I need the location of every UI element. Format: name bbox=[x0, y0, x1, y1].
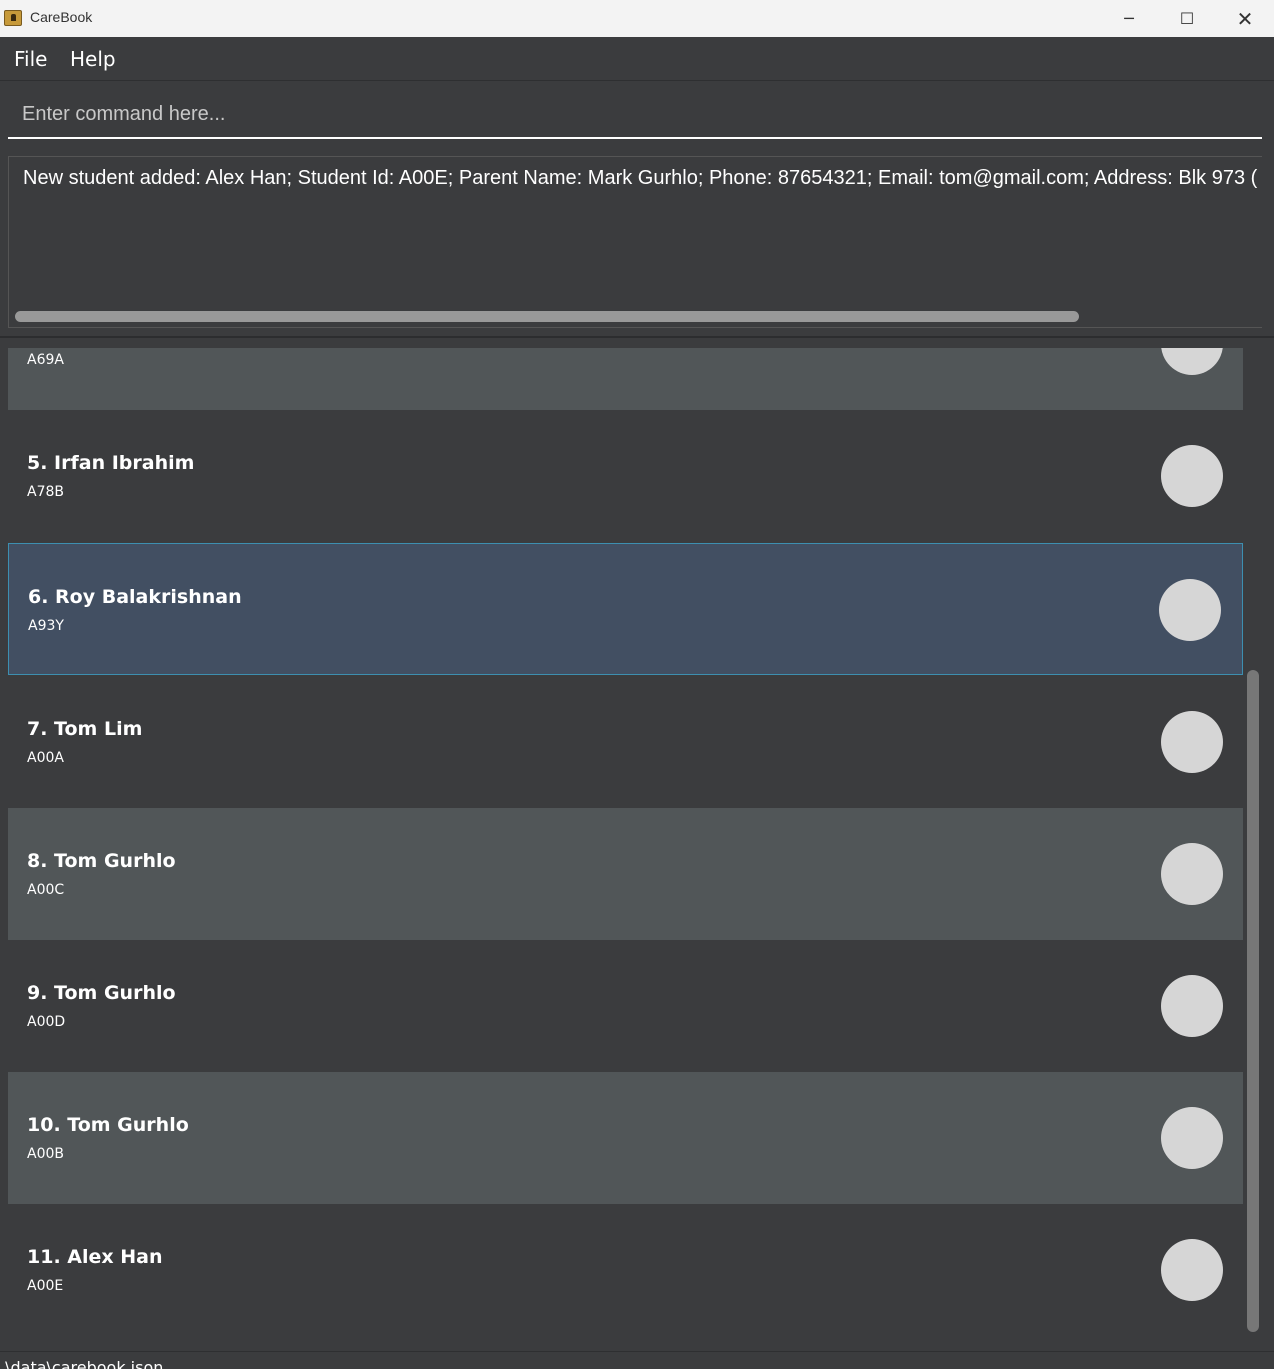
result-display: New student added: Alex Han; Student Id:… bbox=[8, 156, 1262, 328]
student-id: A00B bbox=[27, 1146, 64, 1162]
student-name: 7. Tom Lim bbox=[27, 718, 143, 740]
student-card[interactable]: 7. Tom Lim A00A bbox=[8, 676, 1243, 808]
student-name: 5. Irfan Ibrahim bbox=[27, 452, 195, 474]
student-name: 6. Roy Balakrishnan bbox=[28, 586, 242, 608]
student-card[interactable]: 5. Irfan Ibrahim A78B bbox=[8, 410, 1243, 542]
maximize-icon[interactable]: ☐ bbox=[1158, 0, 1216, 37]
student-list: A69A 5. Irfan Ibrahim A78B 6. Roy Balakr… bbox=[8, 348, 1243, 1338]
avatar bbox=[1161, 1107, 1223, 1169]
student-id: A00C bbox=[27, 882, 65, 898]
student-id: A69A bbox=[27, 352, 64, 368]
student-id: A00D bbox=[27, 1014, 66, 1030]
student-id: A00E bbox=[27, 1278, 64, 1294]
avatar bbox=[1161, 711, 1223, 773]
status-bar: .\data\carebook.json bbox=[0, 1351, 1274, 1369]
avatar bbox=[1161, 348, 1223, 375]
title-bar: CareBook ─ ☐ ✕ bbox=[0, 0, 1274, 37]
student-id: A93Y bbox=[28, 618, 64, 634]
menu-bar: File Help bbox=[0, 37, 1274, 81]
command-box bbox=[8, 92, 1262, 139]
student-name: 8. Tom Gurhlo bbox=[27, 850, 176, 872]
student-id: A78B bbox=[27, 484, 64, 500]
student-card[interactable]: 9. Tom Gurhlo A00D bbox=[8, 940, 1243, 1072]
close-icon[interactable]: ✕ bbox=[1216, 0, 1274, 37]
avatar bbox=[1161, 445, 1223, 507]
student-card[interactable]: A69A bbox=[8, 348, 1243, 410]
minimize-icon[interactable]: ─ bbox=[1100, 0, 1158, 37]
status-path: .\data\carebook.json bbox=[0, 1358, 164, 1369]
app-icon bbox=[4, 10, 22, 26]
student-card[interactable]: 8. Tom Gurhlo A00C bbox=[8, 808, 1243, 940]
list-scrollbar-thumb[interactable] bbox=[1247, 670, 1259, 1332]
window-title: CareBook bbox=[30, 9, 93, 25]
result-horizontal-scrollbar[interactable] bbox=[15, 311, 1079, 322]
student-card[interactable]: 10. Tom Gurhlo A00B bbox=[8, 1072, 1243, 1204]
student-id: A00A bbox=[27, 750, 64, 766]
avatar bbox=[1161, 843, 1223, 905]
student-name: 11. Alex Han bbox=[27, 1246, 163, 1268]
avatar bbox=[1161, 1239, 1223, 1301]
avatar bbox=[1161, 975, 1223, 1037]
command-input[interactable] bbox=[8, 92, 1262, 137]
avatar bbox=[1159, 579, 1221, 641]
student-card-selected[interactable]: 6. Roy Balakrishnan A93Y bbox=[8, 543, 1243, 675]
student-card[interactable]: 11. Alex Han A00E bbox=[8, 1204, 1243, 1336]
menu-help[interactable]: Help bbox=[70, 47, 116, 71]
menu-file[interactable]: File bbox=[14, 47, 47, 71]
divider bbox=[0, 336, 1274, 338]
student-name: 9. Tom Gurhlo bbox=[27, 982, 176, 1004]
student-name: 10. Tom Gurhlo bbox=[27, 1114, 189, 1136]
result-message: New student added: Alex Han; Student Id:… bbox=[23, 167, 1258, 189]
